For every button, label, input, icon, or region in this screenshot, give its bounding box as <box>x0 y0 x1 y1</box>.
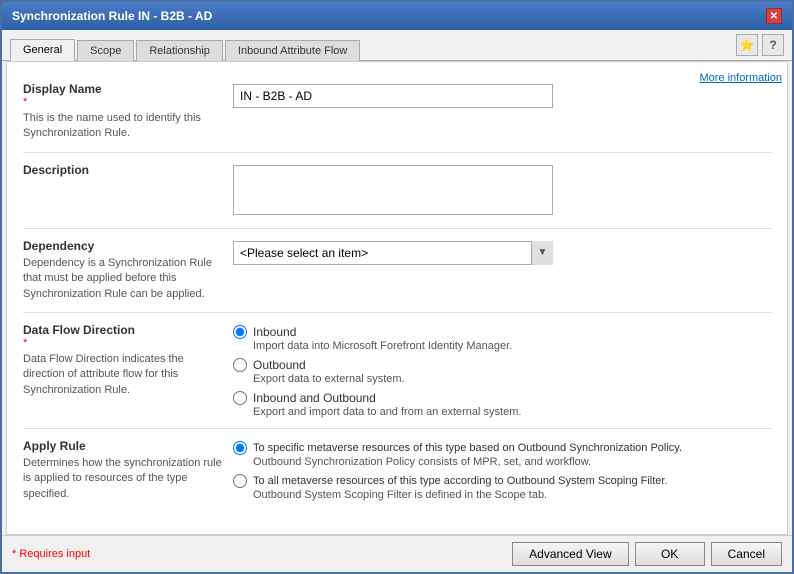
radio-all-input[interactable] <box>233 474 247 488</box>
radio-inbound-desc: Import data into Microsoft Forefront Ide… <box>253 340 771 352</box>
radio-outbound-row: Outbound <box>233 358 771 372</box>
description-label-col: Description <box>23 163 223 218</box>
radio-outbound-label: Outbound <box>253 358 306 372</box>
window-title: Synchronization Rule IN - B2B - AD <box>12 9 212 23</box>
display-name-field-col <box>233 82 771 142</box>
dependency-field-col: <Please select an item> ▼ <box>233 239 771 302</box>
apply-rule-label-col: Apply Rule Determines how the synchroniz… <box>23 439 223 502</box>
ok-button[interactable]: OK <box>635 542 705 566</box>
radio-specific-desc: Outbound Synchronization Policy consists… <box>253 456 771 468</box>
help-icon-button[interactable]: ? <box>762 34 784 56</box>
title-bar: Synchronization Rule IN - B2B - AD ✕ <box>2 2 792 30</box>
dependency-label-col: Dependency Dependency is a Synchronizati… <box>23 239 223 302</box>
footer-buttons: Advanced View OK Cancel <box>512 542 782 566</box>
radio-all-desc: Outbound System Scoping Filter is define… <box>253 489 771 501</box>
tab-scope[interactable]: Scope <box>77 40 134 61</box>
requires-input-label: * Requires input <box>12 548 90 560</box>
footer: * Requires input Advanced View OK Cancel <box>2 535 792 572</box>
radio-outbound-desc: Export data to external system. <box>253 373 771 385</box>
data-flow-section: Data Flow Direction * Data Flow Directio… <box>23 313 771 429</box>
tab-general[interactable]: General <box>10 39 75 61</box>
apply-rule-section: Apply Rule Determines how the synchroniz… <box>23 429 771 512</box>
content-area: Display Name * This is the name used to … <box>6 61 788 535</box>
radio-inbound-outbound-row: Inbound and Outbound <box>233 391 771 405</box>
radio-outbound: Outbound Export data to external system. <box>233 358 771 385</box>
data-flow-desc: Data Flow Direction indicates the direct… <box>23 352 223 398</box>
tab-icons: ⭐ ? <box>736 34 784 60</box>
radio-inbound-outbound-desc: Export and import data to and from an ex… <box>253 406 771 418</box>
dependency-desc: Dependency is a Synchronization Rule tha… <box>23 256 223 302</box>
dependency-section: Dependency Dependency is a Synchronizati… <box>23 229 771 313</box>
apply-rule-field-col: To specific metaverse resources of this … <box>233 439 771 502</box>
apply-rule-radio-group: To specific metaverse resources of this … <box>233 441 771 501</box>
radio-inbound-row: Inbound <box>233 325 771 339</box>
radio-all: To all metaverse resources of this type … <box>233 474 771 501</box>
advanced-view-button[interactable]: Advanced View <box>512 542 629 566</box>
dependency-label: Dependency <box>23 239 223 253</box>
radio-specific-label: To specific metaverse resources of this … <box>253 442 682 454</box>
radio-all-row: To all metaverse resources of this type … <box>233 474 771 488</box>
radio-inbound-outbound-label: Inbound and Outbound <box>253 391 376 405</box>
data-flow-radio-group: Inbound Import data into Microsoft Foref… <box>233 325 771 418</box>
data-flow-field-col: Inbound Import data into Microsoft Foref… <box>233 323 771 418</box>
radio-inbound-input[interactable] <box>233 325 247 339</box>
radio-specific-row: To specific metaverse resources of this … <box>233 441 771 455</box>
radio-inbound-outbound-input[interactable] <box>233 391 247 405</box>
display-name-label: Display Name <box>23 82 223 96</box>
radio-specific: To specific metaverse resources of this … <box>233 441 771 468</box>
cancel-button[interactable]: Cancel <box>711 542 782 566</box>
more-information-link[interactable]: More information <box>699 72 782 84</box>
radio-inbound-label: Inbound <box>253 325 296 339</box>
radio-outbound-input[interactable] <box>233 358 247 372</box>
main-window: Synchronization Rule IN - B2B - AD ✕ Gen… <box>0 0 794 574</box>
radio-inbound: Inbound Import data into Microsoft Foref… <box>233 325 771 352</box>
title-bar-buttons: ✕ <box>766 8 782 24</box>
description-section: Description <box>23 153 771 229</box>
description-field-col <box>233 163 771 218</box>
radio-all-label: To all metaverse resources of this type … <box>253 475 668 487</box>
display-name-label-col: Display Name * This is the name used to … <box>23 82 223 142</box>
display-name-required-star: * <box>23 96 223 108</box>
display-name-section: Display Name * This is the name used to … <box>23 72 771 153</box>
apply-rule-label: Apply Rule <box>23 439 223 453</box>
tab-inbound-attribute-flow[interactable]: Inbound Attribute Flow <box>225 40 360 61</box>
tab-relationship[interactable]: Relationship <box>136 40 223 61</box>
data-flow-label: Data Flow Direction <box>23 323 223 337</box>
data-flow-label-col: Data Flow Direction * Data Flow Directio… <box>23 323 223 418</box>
star-icon-button[interactable]: ⭐ <box>736 34 758 56</box>
data-flow-required-star: * <box>23 337 223 349</box>
description-textarea[interactable] <box>233 165 553 215</box>
dependency-select-wrapper: <Please select an item> ▼ <box>233 241 553 265</box>
display-name-input[interactable] <box>233 84 553 108</box>
radio-inbound-outbound: Inbound and Outbound Export and import d… <box>233 391 771 418</box>
display-name-desc: This is the name used to identify this S… <box>23 111 223 142</box>
description-label: Description <box>23 163 223 177</box>
dependency-select[interactable]: <Please select an item> <box>233 241 553 265</box>
apply-rule-desc: Determines how the synchronization rule … <box>23 456 223 502</box>
radio-specific-input[interactable] <box>233 441 247 455</box>
close-button[interactable]: ✕ <box>766 8 782 24</box>
tab-bar: General Scope Relationship Inbound Attri… <box>2 30 792 61</box>
